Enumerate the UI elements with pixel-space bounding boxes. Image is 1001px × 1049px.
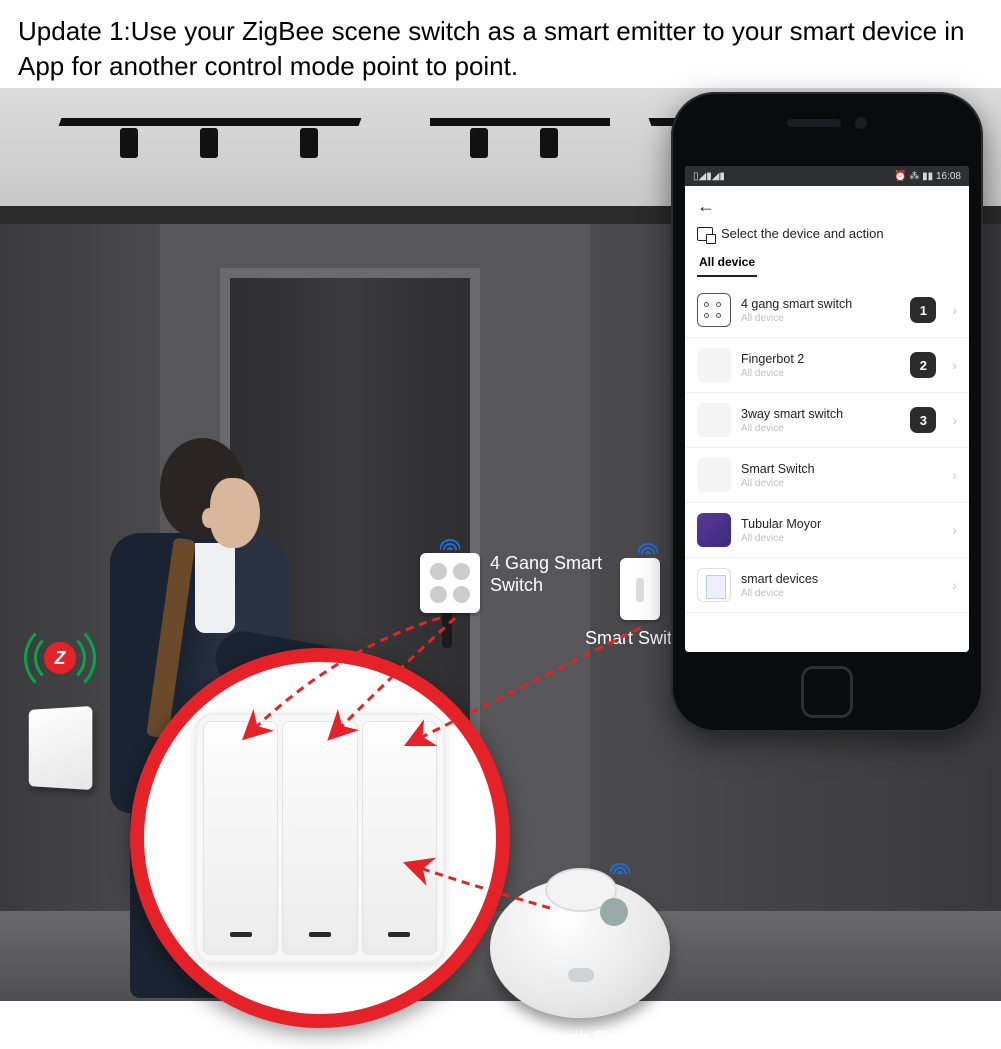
device-title: Fingerbot 2 (741, 352, 900, 366)
device-text: smart devices All device (741, 572, 936, 599)
device-icon (697, 513, 731, 547)
device-text: 3way smart switch All device (741, 407, 900, 434)
device-icon (697, 348, 731, 382)
device-item[interactable]: smart devices All device › (685, 558, 969, 613)
device-icon (697, 568, 731, 602)
spotlight (470, 128, 488, 158)
gang-button (282, 721, 357, 955)
select-title: Select the device and action (721, 226, 884, 241)
room-scene: Z 4 Gang Smart Switch Smart Switch (0, 88, 1001, 1001)
device-title: Tubular Moyor (741, 517, 936, 531)
smart-switch-icon (620, 558, 660, 620)
device-title: smart devices (741, 572, 936, 586)
device-text: 4 gang smart switch All device (741, 297, 900, 324)
device-subtitle: All device (741, 423, 900, 434)
device-icon (697, 403, 731, 437)
gang-button (203, 721, 278, 955)
wifi-icon (638, 534, 658, 554)
device-item[interactable]: Fingerbot 2 All device 2 › (685, 338, 969, 393)
spotlight (120, 128, 138, 158)
spotlight (540, 128, 558, 158)
device-text: Fingerbot 2 All device (741, 352, 900, 379)
device-text: Smart Switch All device (741, 462, 936, 489)
device-badge: 1 (910, 297, 936, 323)
spotlight (200, 128, 218, 158)
device-subtitle: All device (741, 478, 936, 489)
device-item[interactable]: 3way smart switch All device 3 › (685, 393, 969, 448)
device-title: 3way smart switch (741, 407, 900, 421)
spotlight (300, 128, 318, 158)
robot-vacuum-icon (490, 868, 670, 1018)
device-item[interactable]: Tubular Moyor All device › (685, 503, 969, 558)
device-subtitle: All device (741, 368, 900, 379)
device-item[interactable]: Smart Switch All device › (685, 448, 969, 503)
chevron-right-icon: › (952, 302, 957, 318)
track-light (59, 118, 362, 126)
status-left: ▯◢▮◢▮ (693, 171, 725, 182)
select-icon (697, 227, 713, 241)
device-text: Tubular Moyor All device (741, 517, 936, 544)
track-light (430, 118, 610, 126)
device-badge: 3 (910, 407, 936, 433)
robot-label: Smart Bluetooth Fingerbot (460, 1028, 670, 1049)
back-icon[interactable]: ← (697, 196, 715, 216)
chevron-right-icon: › (952, 522, 957, 538)
device-list: 4 gang smart switchAll device1›Fingerbot… (685, 283, 969, 652)
four-gang-label: 4 Gang Smart Switch (490, 553, 602, 596)
tab-all-device[interactable]: All device (697, 251, 757, 277)
gang-button (362, 721, 437, 955)
device-title: Smart Switch (741, 462, 936, 476)
chevron-right-icon: › (952, 412, 957, 428)
four-gang-switch-icon (420, 553, 480, 613)
three-gang-switch (195, 713, 445, 963)
header-caption: Update 1:Use your ZigBee scene switch as… (0, 0, 1001, 94)
app-header: ← Select the device and action All devic… (685, 186, 969, 283)
app-screen: ▯◢▮◢▮ ⏰ ⁂ ▮▮ 16:08 ← Select the device a… (685, 166, 969, 652)
status-bar: ▯◢▮◢▮ ⏰ ⁂ ▮▮ 16:08 (685, 166, 969, 186)
chevron-right-icon: › (952, 467, 957, 483)
chevron-right-icon: › (952, 577, 957, 593)
device-subtitle: All device (741, 588, 936, 599)
home-button[interactable] (801, 666, 853, 718)
device-icon (697, 458, 731, 492)
phone-speaker (671, 114, 983, 132)
scene-switch-callout (130, 648, 510, 1028)
device-subtitle: All device (741, 533, 936, 544)
device-icon (697, 293, 731, 327)
phone-mockup: ▯◢▮◢▮ ⏰ ⁂ ▮▮ 16:08 ← Select the device a… (671, 92, 983, 732)
status-right: ⏰ ⁂ ▮▮ 16:08 (894, 171, 961, 182)
device-title: 4 gang smart switch (741, 297, 900, 311)
device-item[interactable]: 4 gang smart switch All device 1 › (685, 283, 969, 338)
wifi-icon (440, 530, 460, 550)
chevron-right-icon: › (952, 357, 957, 373)
device-badge: 2 (910, 352, 936, 378)
device-subtitle: All device (741, 313, 900, 324)
